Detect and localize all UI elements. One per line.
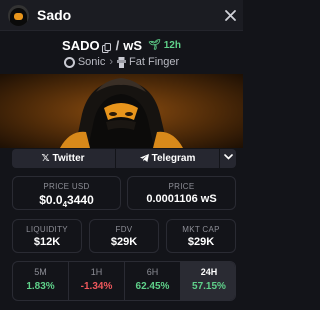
price-usd-card: PRICE USD $0.043440 bbox=[12, 176, 121, 210]
tab-5m[interactable]: 5M 1.83% bbox=[13, 262, 69, 300]
price-native-label: PRICE bbox=[168, 182, 195, 191]
dex-icon bbox=[117, 56, 127, 68]
chevron-down-icon bbox=[223, 154, 233, 160]
chevron-right-icon: › bbox=[109, 56, 114, 69]
change-1h: -1.34% bbox=[80, 281, 113, 292]
liquidity-value: $12K bbox=[33, 236, 61, 248]
sonic-chain-icon bbox=[63, 56, 75, 68]
pair-age: 12h bbox=[163, 40, 181, 52]
fdv-label: FDV bbox=[115, 225, 133, 234]
price-usd-label: PRICE USD bbox=[43, 182, 90, 191]
fdv-value: $29K bbox=[110, 236, 138, 248]
token-banner-image bbox=[0, 74, 243, 148]
telegram-label: Telegram bbox=[151, 153, 196, 164]
close-icon[interactable] bbox=[224, 9, 237, 22]
dex-name[interactable]: Fat Finger bbox=[129, 56, 179, 68]
tab-6h[interactable]: 6H 62.45% bbox=[125, 262, 181, 300]
seedling-icon: 🌱︎ bbox=[148, 40, 161, 52]
quote-symbol: wS bbox=[123, 38, 143, 54]
token-title: Sado bbox=[37, 7, 72, 23]
x-icon: 𝕏 bbox=[41, 153, 50, 164]
social-links: 𝕏 Twitter Telegram bbox=[12, 149, 236, 168]
mkt-cap-card: MKT CAP $29K bbox=[166, 219, 236, 253]
price-change-tabs: 5M 1.83% 1H -1.34% 6H 62.45% 24H 57.15% bbox=[12, 261, 236, 301]
change-24h: 57.15% bbox=[192, 281, 226, 292]
pair-row: SADO / wS 🌱︎ 12h bbox=[0, 37, 243, 53]
pair-separator: / bbox=[115, 38, 120, 54]
mkt-cap-label: MKT CAP bbox=[182, 225, 220, 234]
chain-name[interactable]: Sonic bbox=[78, 56, 106, 68]
telegram-button[interactable]: Telegram bbox=[115, 149, 219, 168]
price-usd-value: $0.043440 bbox=[39, 193, 94, 209]
more-links-button[interactable] bbox=[219, 149, 236, 168]
liquidity-label: LIQUIDITY bbox=[26, 225, 68, 234]
mkt-cap-value: $29K bbox=[187, 236, 215, 248]
header-bar: Sado bbox=[0, 0, 243, 31]
twitter-button[interactable]: 𝕏 Twitter bbox=[12, 149, 114, 168]
liquidity-card: LIQUIDITY $12K bbox=[12, 219, 82, 253]
change-6h: 62.45% bbox=[135, 281, 170, 292]
price-native-card: PRICE 0.0001106 wS bbox=[127, 176, 236, 210]
tab-1h[interactable]: 1H -1.34% bbox=[69, 262, 125, 300]
copy-icon[interactable] bbox=[101, 41, 111, 53]
token-logo bbox=[8, 5, 29, 26]
base-symbol: SADO bbox=[62, 38, 100, 54]
tab-24h[interactable]: 24H 57.15% bbox=[181, 262, 235, 300]
chain-row: Sonic › Fat Finger bbox=[0, 56, 243, 68]
price-native-value: 0.0001106 wS bbox=[146, 193, 217, 205]
fdv-card: FDV $29K bbox=[89, 219, 159, 253]
twitter-label: Twitter bbox=[52, 153, 85, 164]
change-5m: 1.83% bbox=[26, 281, 55, 292]
telegram-icon bbox=[139, 154, 149, 162]
